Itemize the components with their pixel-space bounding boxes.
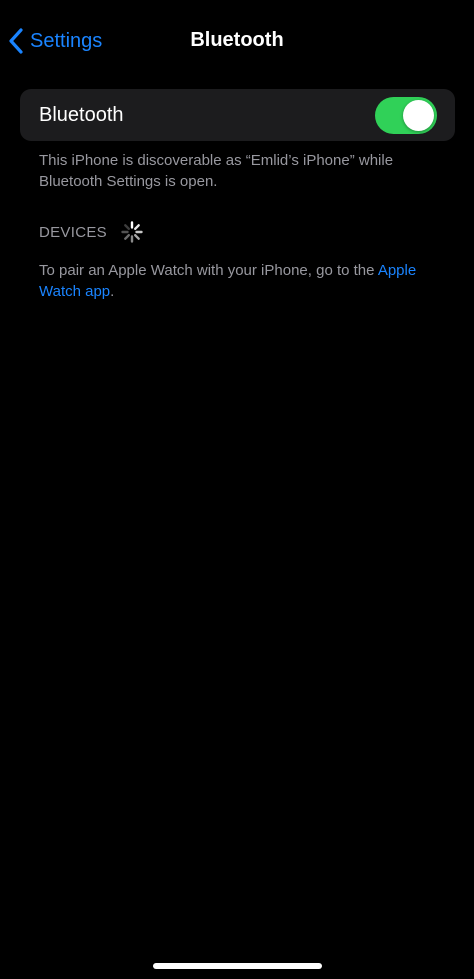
bluetooth-toggle-row: Bluetooth [20, 89, 455, 141]
bluetooth-toggle-switch[interactable] [375, 97, 437, 134]
bluetooth-toggle-label: Bluetooth [39, 104, 124, 126]
apple-watch-note: To pair an Apple Watch with your iPhone,… [39, 260, 449, 302]
devices-section-header: DEVICES [39, 221, 144, 243]
toggle-knob [403, 100, 434, 131]
page-title: Bluetooth [190, 29, 284, 51]
spinner-icon [120, 220, 144, 244]
apple-watch-note-text: To pair an Apple Watch with your iPhone,… [39, 262, 378, 279]
devices-header-label: DEVICES [39, 223, 107, 241]
home-indicator[interactable] [153, 963, 322, 969]
apple-watch-note-suffix: . [110, 283, 115, 300]
discoverable-note: This iPhone is discoverable as “Emlid’s … [39, 152, 394, 190]
navigation-bar: Settings Bluetooth [0, 0, 474, 80]
